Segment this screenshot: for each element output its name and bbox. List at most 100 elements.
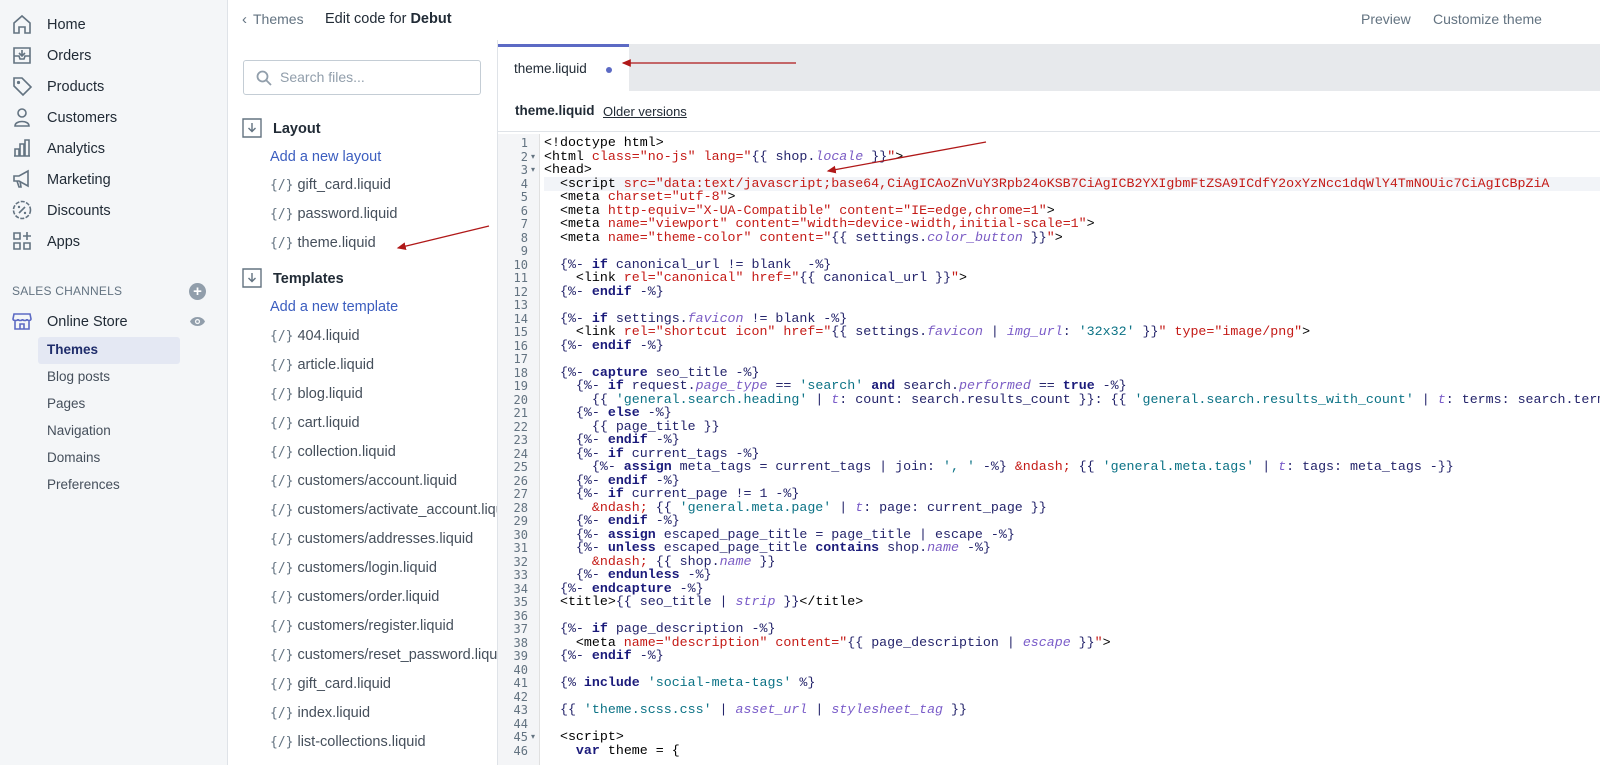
code-token: {{ seo_title | bbox=[615, 594, 736, 609]
nav-item-label: Apps bbox=[47, 233, 81, 250]
nav-item-apps[interactable]: Apps bbox=[0, 226, 228, 257]
code-token: "image/png" bbox=[1214, 324, 1303, 339]
nav-item-discounts[interactable]: Discounts bbox=[0, 195, 228, 226]
line-number: 41 bbox=[513, 676, 528, 690]
file-item[interactable]: {/} customers/reset_password.liquid bbox=[270, 646, 497, 668]
file-item[interactable]: {/} gift_card.liquid bbox=[270, 176, 391, 198]
code-token: escape bbox=[1022, 634, 1071, 650]
code-token: endif bbox=[591, 337, 632, 353]
nav-item-analytics[interactable]: Analytics bbox=[0, 133, 228, 164]
file-item[interactable]: {/} customers/register.liquid bbox=[270, 617, 454, 639]
line-number: 28 bbox=[513, 500, 528, 515]
home-icon bbox=[13, 14, 31, 34]
file-item[interactable]: {/} customers/order.liquid bbox=[270, 588, 439, 610]
nav-item-customers[interactable]: Customers bbox=[0, 102, 228, 133]
file-item[interactable]: {/} customers/login.liquid bbox=[270, 559, 437, 581]
store-icon bbox=[12, 313, 32, 330]
add-sales-channel-button[interactable]: + bbox=[189, 283, 206, 300]
code-token: : bbox=[1062, 324, 1079, 339]
code-area[interactable]: 1 2 ▾ 3 ▾ 4 5 6 7 8 9 10 11 12 13 14 15 16 17 18 19 20 21 22 23 2… bbox=[498, 134, 1600, 765]
add-new-layout-link[interactable]: Add a new layout bbox=[270, 149, 381, 165]
line-number: 27 bbox=[513, 487, 528, 501]
file-name: gift_card.liquid bbox=[297, 676, 391, 692]
code-token: stylesheet_tag bbox=[831, 702, 944, 717]
file-item[interactable]: {/} collection.liquid bbox=[270, 443, 396, 465]
code-token: }} bbox=[751, 553, 776, 569]
sub-item-label: Themes bbox=[47, 342, 99, 357]
code-token: "canonical" bbox=[655, 270, 744, 285]
nav-item-products[interactable]: Products bbox=[0, 71, 228, 102]
code-token: endif bbox=[591, 648, 632, 663]
file-item[interactable]: {/} customers/addresses.liquid bbox=[270, 530, 473, 552]
customize-theme-button[interactable]: Customize theme bbox=[1433, 11, 1542, 27]
nav-item-marketing[interactable]: Marketing bbox=[0, 164, 228, 195]
editor-tab-strip: theme.liquid bbox=[498, 44, 1600, 92]
fold-arrow-icon[interactable]: ▾ bbox=[531, 732, 535, 741]
file-item-active[interactable]: {/} theme.liquid bbox=[270, 234, 376, 256]
sub-item-blog-posts[interactable]: Blog posts bbox=[38, 364, 180, 391]
tab-theme-liquid[interactable]: theme.liquid bbox=[498, 44, 629, 92]
line-number: 4 bbox=[520, 176, 528, 191]
sub-item-preferences[interactable]: Preferences bbox=[38, 472, 180, 499]
code-token: | bbox=[807, 391, 832, 407]
app-window: Home Orders Products Customers Analytics… bbox=[0, 0, 1600, 765]
eye-icon[interactable] bbox=[189, 315, 206, 328]
nav-item-orders[interactable]: Orders bbox=[0, 40, 228, 71]
file-item[interactable]: {/} 404.liquid bbox=[270, 327, 360, 349]
sub-item-themes[interactable]: Themes bbox=[38, 337, 180, 364]
sub-item-navigation[interactable]: Navigation bbox=[38, 418, 180, 445]
file-item[interactable]: {/} list-collections.liquid bbox=[270, 733, 426, 755]
code-token: href= bbox=[751, 270, 792, 285]
code-token: "data:text/javascript;base64,CiAgICAoZnV… bbox=[655, 175, 1550, 191]
code-token: {{ bbox=[544, 702, 584, 717]
code-token: name bbox=[719, 553, 752, 569]
file-name: 404.liquid bbox=[297, 328, 360, 344]
back-to-themes-link[interactable]: ‹ Themes bbox=[242, 11, 304, 28]
code-token: {%- bbox=[544, 283, 592, 299]
search-files-input[interactable] bbox=[280, 69, 475, 85]
older-versions-link[interactable]: Older versions bbox=[603, 104, 687, 119]
code-token: > bbox=[1086, 216, 1095, 231]
file-item[interactable]: {/} password.liquid bbox=[270, 205, 397, 227]
file-item[interactable]: {/} gift_card.liquid bbox=[270, 675, 391, 697]
theme-name: Debut bbox=[410, 11, 452, 27]
title-prefix: Edit code for bbox=[325, 11, 407, 27]
code-token: t bbox=[1437, 391, 1446, 407]
code-token: "shortcut icon" bbox=[655, 324, 776, 339]
unsaved-dot-icon bbox=[606, 67, 612, 73]
orders-icon bbox=[13, 47, 31, 64]
file-item[interactable]: {/} cart.liquid bbox=[270, 414, 360, 436]
search-files-box[interactable] bbox=[243, 60, 481, 95]
fold-arrow-icon[interactable]: ▾ bbox=[531, 152, 535, 161]
code-line: <title>{{ seo_title | strip }}</title> bbox=[544, 595, 1600, 609]
fold-arrow-icon[interactable]: ▾ bbox=[531, 165, 535, 174]
line-number: 11 bbox=[513, 271, 528, 285]
liquid-file-icon: {/} bbox=[270, 677, 294, 692]
code-token: {{ settings. bbox=[831, 229, 928, 245]
file-item[interactable]: {/} article.liquid bbox=[270, 356, 374, 378]
file-item[interactable]: {/} customers/activate_account.liquid bbox=[270, 501, 497, 523]
line-number: 44 bbox=[513, 716, 528, 731]
add-new-template-link[interactable]: Add a new template bbox=[270, 299, 398, 315]
liquid-file-icon: {/} bbox=[270, 532, 294, 547]
file-item[interactable]: {/} index.liquid bbox=[270, 704, 370, 726]
nav-item-home[interactable]: Home bbox=[0, 9, 228, 40]
nav-item-online-store[interactable]: Online Store bbox=[0, 306, 228, 337]
code-line: var theme = { bbox=[544, 743, 1600, 758]
file-item[interactable]: {/} customers/account.liquid bbox=[270, 472, 457, 494]
liquid-file-icon: {/} bbox=[270, 648, 294, 663]
sub-item-pages[interactable]: Pages bbox=[38, 391, 180, 418]
code-token: 'general.meta.tags' bbox=[1102, 459, 1255, 474]
code-token: endif bbox=[591, 283, 632, 299]
code-token: 'general.search.results_with_count' bbox=[1134, 391, 1414, 407]
code-token: }} bbox=[775, 594, 800, 609]
preview-button[interactable]: Preview bbox=[1361, 11, 1411, 27]
code-line: &ndash; {{ 'general.meta.page' | t: page… bbox=[544, 500, 1600, 515]
code-token: contains bbox=[815, 540, 880, 555]
sub-item-domains[interactable]: Domains bbox=[38, 445, 180, 472]
code-token: %} bbox=[791, 675, 816, 690]
file-name: customers/reset_password.liquid bbox=[297, 647, 497, 663]
liquid-file-icon: {/} bbox=[270, 236, 294, 251]
liquid-file-icon: {/} bbox=[270, 416, 294, 431]
file-item[interactable]: {/} blog.liquid bbox=[270, 385, 363, 407]
